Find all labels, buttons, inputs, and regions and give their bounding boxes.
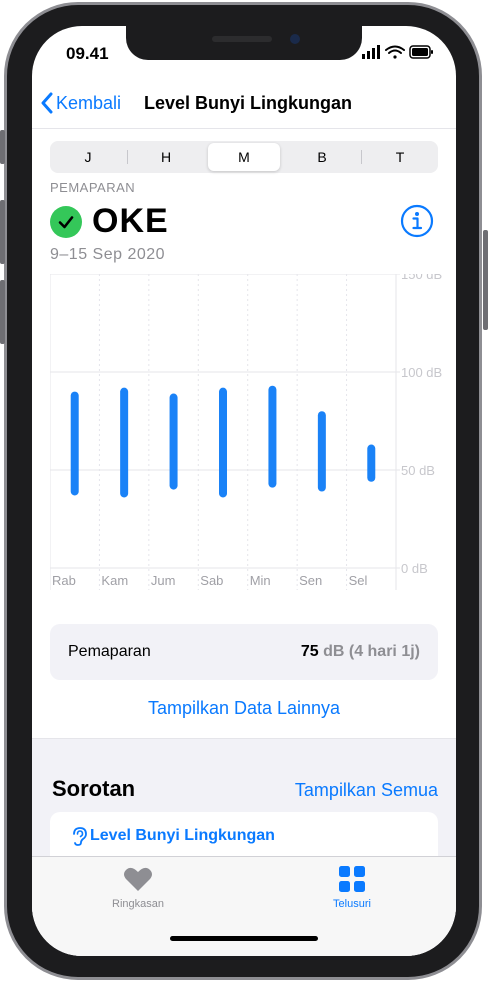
checkmark-icon	[50, 205, 82, 238]
period-segmented-control: J H M B T	[50, 141, 438, 173]
signal-icon	[362, 45, 380, 59]
segment-separator	[127, 150, 128, 164]
range-bar	[219, 387, 227, 498]
x-tick-label: Sen	[299, 573, 322, 588]
show-all-link[interactable]: Tampilkan Semua	[295, 780, 438, 801]
volume-down-button	[0, 280, 5, 344]
summary-label: Pemaparan	[68, 643, 151, 660]
chevron-left-icon	[41, 92, 53, 114]
y-tick-label: 0 dB	[401, 561, 428, 576]
x-tick-label: Sel	[349, 573, 368, 588]
highlight-card[interactable]: Level Bunyi Lingkungan	[50, 812, 438, 862]
tab-summary-label: Ringkasan	[112, 898, 164, 910]
segment-separator	[361, 150, 362, 164]
range-bar	[169, 393, 178, 490]
back-label: Kembali	[56, 92, 122, 113]
exposure-summary: Pemaparan 75 dB (4 hari 1j)	[50, 624, 438, 680]
exposure-label: PEMAPARAN	[50, 180, 136, 195]
segment-month[interactable]: M	[208, 143, 280, 171]
show-more-data-link[interactable]: Tampilkan Data Lainnya	[32, 698, 456, 719]
wifi-icon	[385, 45, 405, 59]
highlights-title: Sorotan	[52, 776, 136, 801]
tab-bar: Ringkasan Telusuri	[32, 856, 456, 956]
segment-year[interactable]: T	[364, 143, 436, 171]
y-tick-label: 50 dB	[401, 463, 435, 478]
highlight-card-text: Level Bunyi Lingkungan	[90, 827, 275, 844]
range-bar	[268, 385, 277, 488]
summary-value-unit: dB (4 hari 1j)	[318, 643, 420, 660]
page-title: Level Bunyi Lingkungan	[144, 93, 353, 113]
heart-icon	[124, 867, 152, 891]
y-tick-label: 100 dB	[401, 365, 442, 380]
status-icons	[362, 45, 433, 59]
x-tick-label: Jum	[151, 573, 176, 588]
range-bar	[367, 444, 376, 482]
mute-switch	[0, 130, 5, 164]
camera	[290, 34, 300, 44]
summary-value-number: 75	[300, 643, 319, 660]
volume-up-button	[0, 200, 5, 264]
x-tick-label: Kam	[101, 573, 128, 588]
tab-summary[interactable]: Ringkasan	[78, 865, 198, 910]
x-tick-label: Sab	[200, 573, 223, 588]
grid-icon	[339, 866, 365, 892]
segment-day[interactable]: J	[52, 143, 124, 171]
range-bar	[70, 391, 79, 496]
y-tick-label: 150 dB	[401, 274, 442, 282]
sound-level-chart: 150 dB 100 dB 50 dB 0 dB Rab Kam Jum Sab Min Sen S…	[50, 274, 442, 590]
range-bar	[317, 411, 326, 492]
status-time: 09.41	[66, 44, 109, 63]
battery-icon	[409, 45, 433, 59]
x-tick-label: Rab	[52, 573, 76, 588]
tab-browse[interactable]: Telusuri	[292, 865, 412, 910]
back-button[interactable]: Kembali	[40, 92, 121, 114]
notch	[126, 26, 362, 60]
x-tick-label: Min	[250, 573, 271, 588]
tab-browse-label: Telusuri	[333, 898, 371, 910]
speaker	[212, 36, 272, 42]
highlight-card-label: Level Bunyi Lingkungan	[70, 826, 275, 846]
exposure-status: OKE	[50, 202, 169, 241]
exposure-status-text: OKE	[92, 202, 169, 240]
screen: 09.41 Kembali Level Bunyi Lingkungan J H…	[32, 26, 456, 956]
ear-icon	[73, 827, 87, 846]
nav-bar: Kembali Level Bunyi Lingkungan	[32, 82, 456, 129]
info-icon[interactable]	[400, 204, 434, 238]
segment-week[interactable]: H	[130, 143, 202, 171]
segment-6-month[interactable]: B	[286, 143, 358, 171]
range-bar	[120, 387, 129, 498]
date-range: 9–15 Sep 2020	[50, 246, 166, 263]
home-indicator	[170, 936, 318, 941]
summary-value: 75 dB (4 hari 1j)	[301, 643, 420, 661]
power-button	[483, 230, 488, 330]
